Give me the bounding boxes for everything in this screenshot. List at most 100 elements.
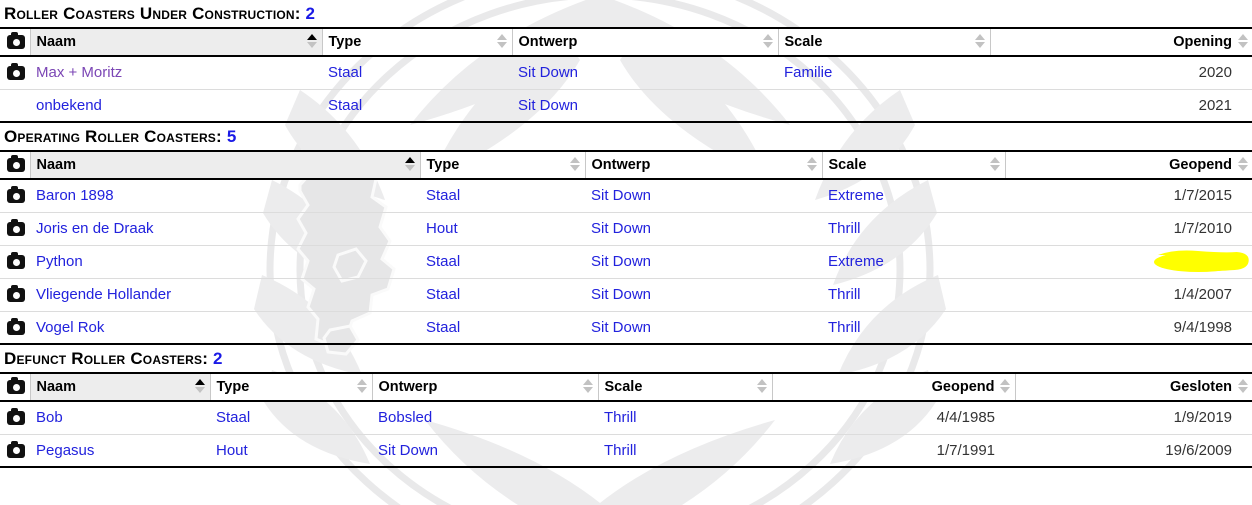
cell-naam[interactable]: Baron 1898 <box>30 179 420 213</box>
camera-icon[interactable] <box>7 219 25 237</box>
row-photo-cell[interactable] <box>0 311 30 345</box>
cell-ontwerp[interactable]: Sit Down <box>585 245 822 279</box>
camera-icon[interactable] <box>7 440 25 458</box>
column-header-ontwerp[interactable]: Ontwerp <box>371 372 598 402</box>
cell-scale[interactable]: Thrill <box>598 401 772 435</box>
link-naam[interactable]: Baron 1898 <box>36 187 114 204</box>
row-photo-cell[interactable] <box>0 401 30 435</box>
cell-type[interactable]: Staal <box>210 401 372 435</box>
camera-icon[interactable] <box>7 317 25 335</box>
sort-none-icon[interactable] <box>1237 34 1248 50</box>
link-type[interactable]: Staal <box>328 97 362 114</box>
sort-none-icon[interactable] <box>763 34 774 50</box>
link-scale[interactable]: Thrill <box>828 319 861 336</box>
link-ontwerp[interactable]: Sit Down <box>378 442 438 459</box>
cell-ontwerp[interactable]: Sit Down <box>585 212 822 246</box>
cell-scale[interactable]: Familie <box>778 56 990 90</box>
column-header-naam[interactable]: Naam <box>29 27 322 57</box>
cell-type[interactable]: Staal <box>420 245 585 279</box>
link-scale[interactable]: Familie <box>784 64 832 81</box>
column-header-geopend[interactable]: Geopend <box>771 372 1015 402</box>
column-header-naam[interactable]: Naam <box>29 372 210 402</box>
cell-naam[interactable]: onbekend <box>30 89 322 123</box>
cell-scale[interactable]: Thrill <box>822 311 1005 345</box>
link-ontwerp[interactable]: Sit Down <box>591 253 651 270</box>
link-scale[interactable]: Thrill <box>604 409 637 426</box>
cell-ontwerp[interactable]: Sit Down <box>372 434 598 468</box>
sort-none-icon[interactable] <box>570 157 581 173</box>
link-ontwerp[interactable]: Sit Down <box>591 220 651 237</box>
cell-ontwerp[interactable]: Sit Down <box>585 179 822 213</box>
cell-naam[interactable]: Vliegende Hollander <box>30 278 420 312</box>
camera-icon[interactable] <box>7 63 25 81</box>
link-naam[interactable]: Joris en de Draak <box>36 220 154 237</box>
column-header-type[interactable]: Type <box>321 27 512 57</box>
sort-none-icon[interactable] <box>357 379 368 395</box>
camera-icon[interactable] <box>7 408 25 426</box>
cell-naam[interactable]: Pegasus <box>30 434 210 468</box>
column-header-ontwerp[interactable]: Ontwerp <box>584 150 822 180</box>
link-naam[interactable]: Max + Moritz <box>36 64 122 81</box>
link-ontwerp[interactable]: Sit Down <box>518 97 578 114</box>
column-header-type[interactable]: Type <box>419 150 585 180</box>
sort-ascending-icon[interactable] <box>195 379 206 395</box>
cell-scale[interactable]: Extreme <box>822 245 1005 279</box>
link-ontwerp[interactable]: Bobsled <box>378 409 432 426</box>
column-header-naam[interactable]: Naam <box>29 150 420 180</box>
sort-none-icon[interactable] <box>990 157 1001 173</box>
link-type[interactable]: Staal <box>426 319 460 336</box>
cell-scale[interactable]: Thrill <box>598 434 772 468</box>
sort-ascending-icon[interactable] <box>405 157 416 173</box>
sort-none-icon[interactable] <box>497 34 508 50</box>
row-photo-cell[interactable] <box>0 434 30 468</box>
cell-scale[interactable]: Extreme <box>822 179 1005 213</box>
link-type[interactable]: Hout <box>216 442 248 459</box>
camera-icon[interactable] <box>7 285 25 303</box>
cell-type[interactable]: Staal <box>420 311 585 345</box>
column-header-gesloten[interactable]: Gesloten <box>1014 372 1252 402</box>
cell-ontwerp[interactable]: Sit Down <box>512 89 778 123</box>
sort-none-icon[interactable] <box>975 34 986 50</box>
cell-naam[interactable]: Bob <box>30 401 210 435</box>
sort-none-icon[interactable] <box>1237 157 1248 173</box>
camera-icon[interactable] <box>7 186 25 204</box>
link-scale[interactable]: Thrill <box>828 220 861 237</box>
cell-naam[interactable]: Joris en de Draak <box>30 212 420 246</box>
cell-type[interactable]: Staal <box>420 179 585 213</box>
cell-scale[interactable]: Thrill <box>822 278 1005 312</box>
row-photo-cell[interactable] <box>0 179 30 213</box>
camera-icon[interactable] <box>7 32 25 50</box>
sort-none-icon[interactable] <box>757 379 768 395</box>
link-type[interactable]: Hout <box>426 220 458 237</box>
column-header-ontwerp[interactable]: Ontwerp <box>511 27 778 57</box>
cell-naam[interactable]: Python <box>30 245 420 279</box>
link-ontwerp[interactable]: Sit Down <box>518 64 578 81</box>
cell-type[interactable]: Hout <box>210 434 372 468</box>
row-photo-cell[interactable] <box>0 278 30 312</box>
column-header-type[interactable]: Type <box>209 372 372 402</box>
link-naam[interactable]: Vliegende Hollander <box>36 286 171 303</box>
link-type[interactable]: Staal <box>426 253 460 270</box>
row-photo-cell[interactable] <box>0 245 30 279</box>
link-ontwerp[interactable]: Sit Down <box>591 286 651 303</box>
column-header-scale[interactable]: Scale <box>777 27 990 57</box>
camera-icon[interactable] <box>7 155 25 173</box>
link-naam[interactable]: Pegasus <box>36 442 94 459</box>
row-photo-cell[interactable] <box>0 212 30 246</box>
link-naam[interactable]: Bob <box>36 409 63 426</box>
link-type[interactable]: Staal <box>216 409 250 426</box>
sort-ascending-icon[interactable] <box>307 34 318 50</box>
link-scale[interactable]: Extreme <box>828 253 884 270</box>
cell-type[interactable]: Staal <box>322 89 512 123</box>
camera-icon[interactable] <box>7 377 25 395</box>
column-header-opening[interactable]: Opening <box>989 27 1252 57</box>
sort-none-icon[interactable] <box>1237 379 1248 395</box>
cell-scale[interactable]: Thrill <box>822 212 1005 246</box>
link-naam[interactable]: Vogel Rok <box>36 319 104 336</box>
link-naam[interactable]: onbekend <box>36 97 102 114</box>
cell-ontwerp[interactable]: Sit Down <box>585 278 822 312</box>
cell-naam[interactable]: Vogel Rok <box>30 311 420 345</box>
cell-type[interactable]: Staal <box>420 278 585 312</box>
link-type[interactable]: Staal <box>328 64 362 81</box>
column-header-geopend[interactable]: Geopend <box>1004 150 1252 180</box>
